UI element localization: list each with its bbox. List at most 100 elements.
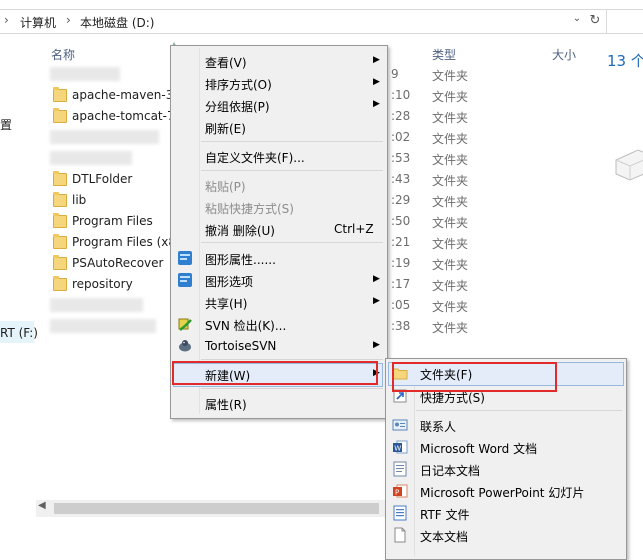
menu-item-sort[interactable]: 排序方式(O) ▶ [173, 72, 385, 94]
submenu-item-rtf[interactable]: RTF 文件 [388, 502, 622, 524]
svg-text:P: P [395, 489, 399, 497]
file-date: :05 [391, 298, 411, 312]
menu-item-graphics-properties[interactable]: 图形属性...... [173, 247, 385, 269]
address-box[interactable]: › 计算机 › 本地磁盘 (D:) ⌄ ↻ [0, 9, 607, 34]
svn-checkout-icon [178, 318, 192, 331]
folder-icon [53, 192, 67, 207]
refresh-icon[interactable]: ↻ [588, 13, 602, 29]
menu-item-svn-checkout[interactable]: SVN 检出(K)... [173, 313, 385, 335]
breadcrumb-separator[interactable]: › [4, 13, 9, 27]
file-date: :43 [391, 172, 411, 186]
file-type: 文件夹 [432, 69, 469, 83]
file-name[interactable]: PSAutoRecover [72, 256, 163, 270]
file-date: :21 [391, 235, 411, 249]
redacted-name [50, 130, 159, 144]
navigation-pane: 置 RT (F:) [0, 42, 38, 522]
submenu-item-word[interactable]: W Microsoft Word 文档 [388, 436, 622, 458]
file-type: 文件夹 [432, 321, 469, 335]
svg-text:W: W [394, 445, 401, 453]
graphics-icon [178, 251, 192, 265]
contact-icon [392, 419, 408, 431]
column-header-type[interactable]: 类型 [432, 46, 456, 63]
submenu-item-powerpoint[interactable]: P Microsoft PowerPoint 幻灯片 [388, 480, 622, 502]
file-type: 文件夹 [432, 279, 469, 293]
file-name[interactable]: Program Files [72, 214, 153, 228]
folder-icon [53, 276, 67, 291]
file-date: 9 [391, 67, 399, 81]
file-type: 文件夹 [432, 153, 469, 167]
file-name[interactable]: Program Files (x8 [72, 235, 176, 249]
folder-icon [53, 213, 67, 228]
file-type: 文件夹 [432, 195, 469, 209]
rtf-icon [393, 505, 407, 521]
file-type: 文件夹 [432, 132, 469, 146]
file-type: 文件夹 [432, 111, 469, 125]
file-name[interactable]: lib [72, 193, 86, 207]
menu-item-graphics-options[interactable]: 图形选项 ▶ [173, 269, 385, 291]
file-date: :38 [391, 319, 411, 333]
drive-icon [615, 149, 643, 181]
menu-item-paste-shortcut: 粘贴快捷方式(S) [205, 202, 294, 216]
folder-icon [53, 87, 67, 102]
menu-item-paste: 粘贴(P) [205, 180, 246, 194]
file-type: 文件夹 [432, 90, 469, 104]
menu-item-properties[interactable]: 属性(R) [173, 392, 385, 414]
graphics-icon [178, 273, 192, 287]
search-box[interactable] [607, 9, 643, 34]
menu-item-tortoisesvn[interactable]: TortoiseSVN ▶ [173, 335, 385, 357]
scroll-left-icon[interactable]: ◀ [38, 500, 46, 511]
column-header-size[interactable]: 大小 [552, 46, 576, 63]
chevron-down-icon[interactable]: ⌄ [571, 13, 583, 29]
folder-icon [53, 171, 67, 186]
nav-drive-f[interactable]: RT (F:) [0, 326, 38, 340]
address-bar: › 计算机 › 本地磁盘 (D:) ⌄ ↻ [0, 0, 643, 42]
redacted-name [50, 67, 120, 81]
file-date: :19 [391, 256, 411, 270]
submenu-item-text[interactable]: 文本文档 [388, 524, 622, 546]
tortoise-icon [179, 340, 191, 352]
text-document-icon [394, 527, 406, 543]
powerpoint-icon: P [393, 484, 408, 498]
menu-item-share[interactable]: 共享(H) ▶ [173, 291, 385, 313]
word-icon: W [393, 440, 408, 454]
annotation-box-folder [392, 362, 557, 392]
column-header-name[interactable]: 名称 [51, 46, 75, 63]
submenu-item-journal[interactable]: 日记本文档 [388, 458, 622, 480]
journal-icon [393, 461, 407, 477]
file-date: :10 [391, 88, 411, 102]
menu-item-group[interactable]: 分组依据(P) ▶ [173, 94, 385, 116]
file-name[interactable]: repository [72, 277, 133, 291]
file-date: :53 [391, 151, 411, 165]
file-type: 文件夹 [432, 300, 469, 314]
redacted-name [50, 319, 156, 333]
file-date: :28 [391, 109, 411, 123]
breadcrumb-separator[interactable]: › [66, 13, 71, 27]
folder-icon [53, 234, 67, 249]
annotation-box-new [172, 361, 378, 385]
file-name[interactable]: apache-maven-3 [72, 88, 173, 102]
menu-item-view[interactable]: 查看(V) ▶ [173, 50, 385, 72]
folder-icon [53, 108, 67, 123]
menu-item-refresh[interactable]: 刷新(E) [173, 116, 385, 138]
file-date: :29 [391, 193, 411, 207]
file-type: 文件夹 [432, 216, 469, 230]
file-date: :02 [391, 130, 411, 144]
menu-item-undo-delete[interactable]: 撤消 删除(U) Ctrl+Z [173, 218, 385, 240]
folder-icon [53, 255, 67, 270]
file-type: 文件夹 [432, 174, 469, 188]
file-name[interactable]: apache-tomcat-7 [72, 109, 175, 123]
scrollbar-thumb[interactable] [54, 503, 379, 514]
submenu-item-contact[interactable]: 联系人 [388, 414, 622, 436]
file-date: :50 [391, 214, 411, 228]
item-count: 13 个 [607, 52, 643, 70]
file-name[interactable]: DTLFolder [72, 172, 132, 186]
file-type: 文件夹 [432, 258, 469, 272]
redacted-name [50, 298, 143, 312]
breadcrumb-drive-d[interactable]: 本地磁盘 (D:) [80, 14, 154, 31]
menu-item-customize-folder[interactable]: 自定义文件夹(F)... [173, 145, 385, 167]
file-date: :17 [391, 277, 411, 291]
redacted-name [50, 151, 132, 165]
file-type: 文件夹 [432, 237, 469, 251]
nav-item-partial[interactable]: 置 [0, 116, 12, 133]
breadcrumb-computer[interactable]: 计算机 [20, 14, 56, 31]
